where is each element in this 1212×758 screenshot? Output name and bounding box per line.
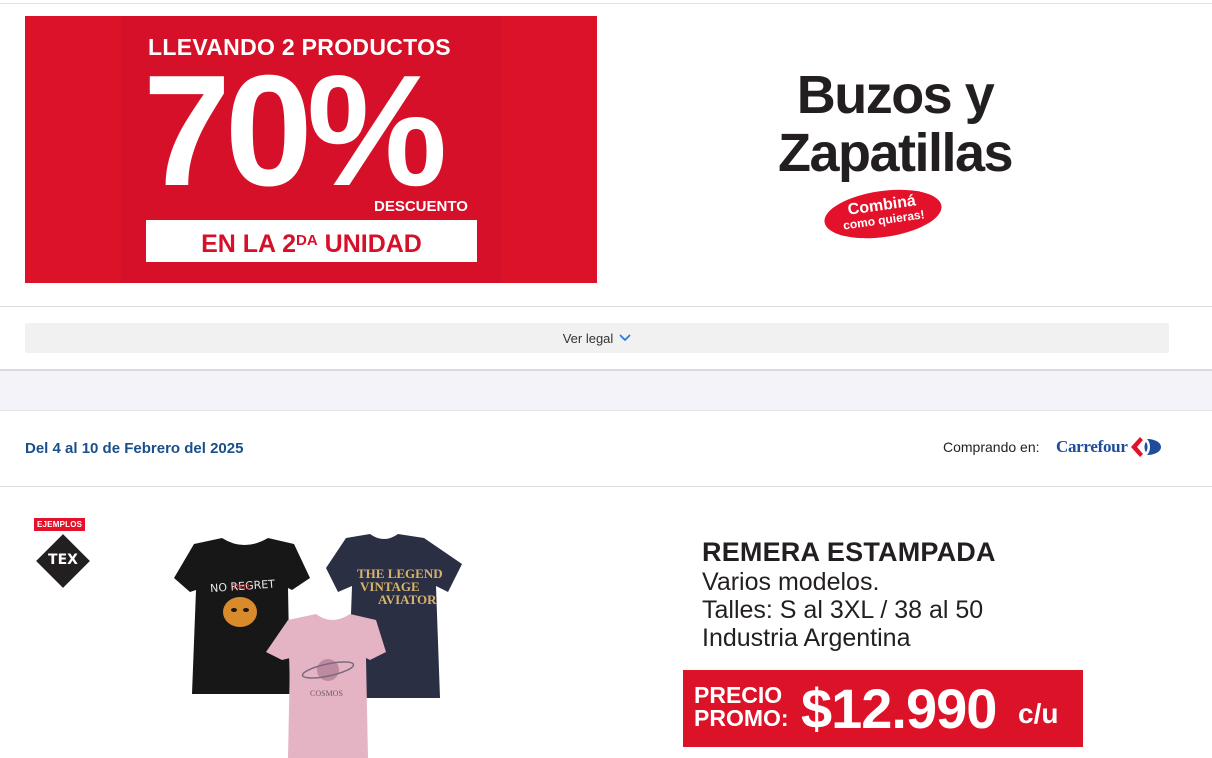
product-name: REMERA ESTAMPADA: [702, 537, 996, 567]
combina-badge: Combiná como quieras!: [821, 183, 945, 245]
ejemplos-tag: EJEMPLOS: [34, 518, 86, 531]
promo-percent: 70%: [143, 43, 447, 219]
price-label-1: PRECIO: [694, 682, 783, 708]
product-detail-3: Industria Argentina: [702, 624, 911, 652]
price-label: PRECIO PROMO:: [694, 684, 789, 730]
tex-category-badge: TEX: [36, 534, 90, 588]
section-divider: [0, 486, 1212, 487]
hero-title: Buzos y Zapatillas: [745, 66, 1045, 182]
price-amount: $12.990: [801, 677, 997, 740]
date-range: Del 4 al 10 de Febrero del 2025: [25, 440, 244, 457]
hero-title-line1: Buzos y: [796, 65, 995, 125]
product-detail-2: Talles: S al 3XL / 38 al 50: [702, 596, 984, 624]
promo-unit-sup: DA: [296, 232, 318, 249]
product-image-tshirts: THE LEGEND VINTAGE AVIATOR NO REGRET 198…: [174, 534, 462, 758]
buying-at-label: Comprando en:: [943, 439, 1040, 455]
promo-unit-a: EN LA 2: [201, 230, 297, 258]
section-gap: [0, 369, 1212, 411]
ver-legal-button[interactable]: Ver legal: [25, 323, 1169, 353]
promo-banner[interactable]: LLEVANDO 2 PRODUCTOS 70% DESCUENTO EN LA…: [25, 16, 597, 283]
price-unit: c/u: [1018, 698, 1059, 729]
carrefour-logo-icon: [1130, 437, 1161, 457]
price-box: PRECIO PROMO: $12.990 c/u: [683, 670, 1083, 747]
promo-desc: DESCUENTO: [374, 198, 468, 215]
tex-label: TEX: [48, 552, 78, 568]
carrefour-logo[interactable]: Carrefour: [1056, 436, 1164, 458]
black-tshirt: NO REGRET 1982: [174, 538, 310, 694]
promo-unit-box: EN LA 2DA UNIDAD: [146, 220, 477, 262]
chevron-down-icon: [619, 334, 631, 341]
pink-shirt-text: COSMOS: [310, 689, 343, 698]
top-divider: [0, 3, 1212, 4]
ver-legal-label: Ver legal: [562, 330, 614, 346]
section-divider: [0, 306, 1212, 307]
price-label-2: PROMO:: [694, 705, 789, 731]
page: LLEVANDO 2 PRODUCTOS 70% DESCUENTO EN LA…: [0, 0, 1212, 758]
carrefour-wordmark: Carrefour: [1056, 437, 1128, 456]
product-detail-1: Varios modelos.: [702, 568, 880, 596]
promo-unit-b: UNIDAD: [317, 230, 422, 258]
black-shirt-year: 1982: [232, 583, 250, 591]
hero-title-line2: Zapatillas: [777, 123, 1014, 183]
navy-shirt-text-3: AVIATOR: [378, 592, 437, 607]
